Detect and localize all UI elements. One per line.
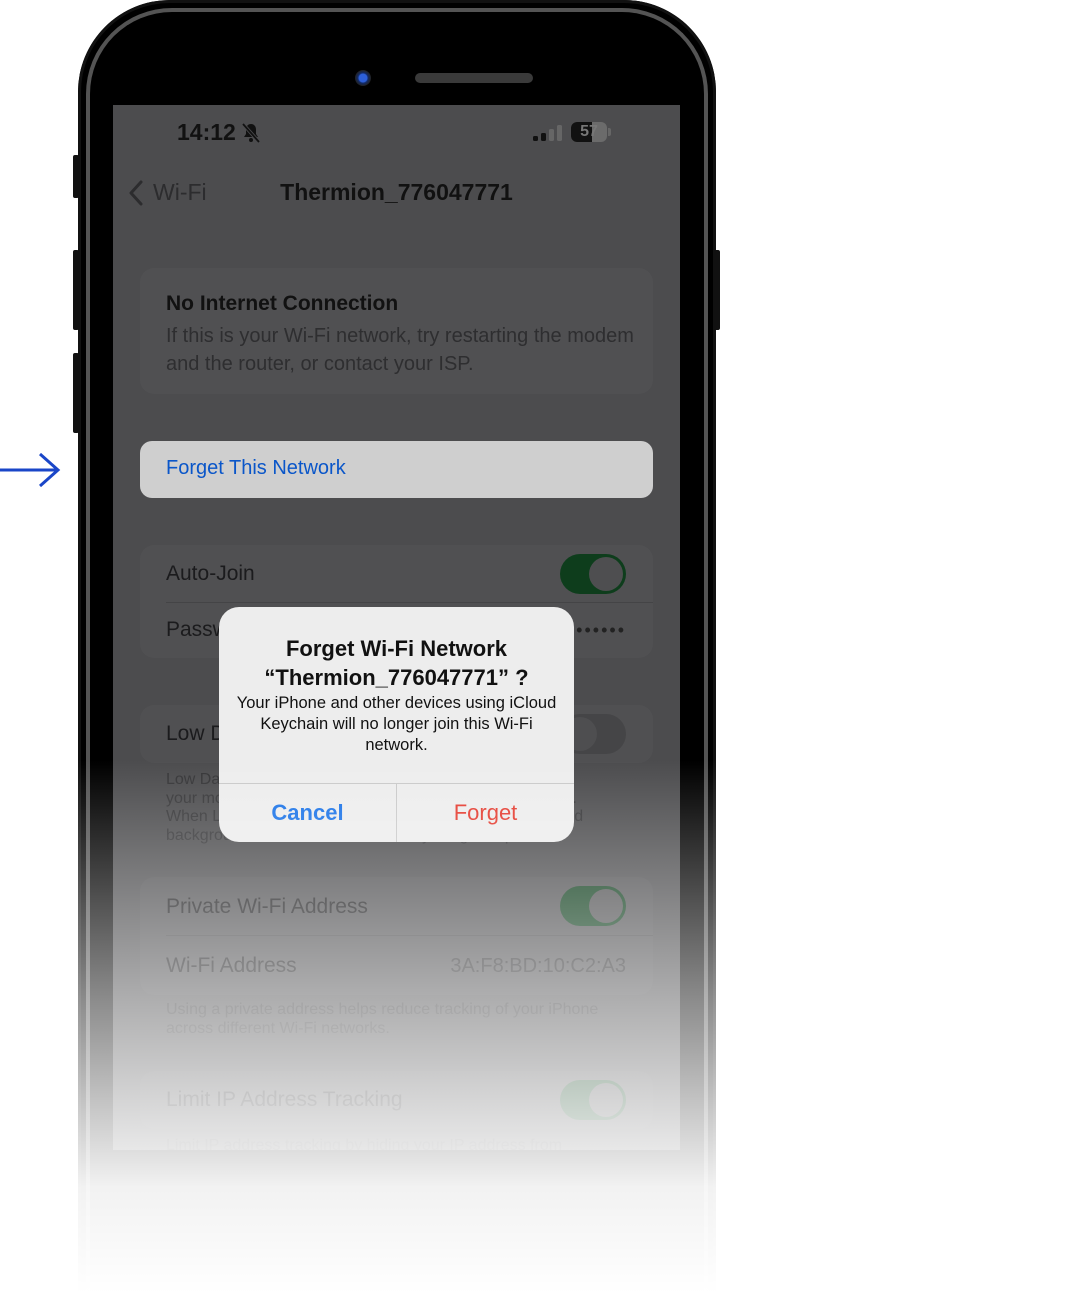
forget-button[interactable]: Forget (397, 784, 574, 842)
info-title: No Internet Connection (166, 292, 399, 315)
forget-network-alert: Forget Wi-Fi Network “Thermion_776047771… (219, 607, 574, 842)
bell-slash-icon (241, 122, 261, 144)
cellular-signal-icon (533, 125, 562, 141)
back-label: Wi-Fi (153, 179, 207, 205)
volume-up-button (73, 250, 79, 330)
battery-percent: 57 (580, 123, 598, 140)
auto-join-label: Auto-Join (166, 562, 255, 585)
front-camera-icon (355, 70, 371, 86)
alert-title-line1: Forget Wi-Fi Network (285, 636, 508, 661)
wifi-address-value: 3A:F8:BD:10:C2:A3 (450, 955, 626, 977)
status-time: 14:12 (177, 119, 236, 145)
limit-ip-toggle[interactable] (560, 1080, 626, 1120)
mute-switch (73, 155, 79, 198)
alert-title-line2: “Thermion_776047771” ? (264, 665, 529, 690)
wifi-address-label: Wi-Fi Address (166, 954, 297, 977)
private-address-label: Private Wi-Fi Address (166, 895, 368, 918)
auto-join-toggle[interactable] (560, 554, 626, 594)
chevron-left-icon (129, 180, 143, 205)
divider (166, 602, 653, 603)
limit-ip-label: Limit IP Address Tracking (166, 1088, 403, 1111)
alert-message: Your iPhone and other devices using iClo… (236, 694, 557, 754)
divider (166, 935, 653, 936)
back-button[interactable]: Wi-Fi (129, 179, 207, 206)
no-internet-card: No Internet Connection If this is your W… (140, 268, 653, 394)
private-address-toggle[interactable] (560, 886, 626, 926)
limit-ip-group: Limit IP Address Tracking (140, 1071, 653, 1129)
earpiece-speaker (415, 73, 533, 83)
info-body: If this is your Wi-Fi network, try resta… (166, 325, 634, 375)
forget-this-network-label: Forget This Network (166, 457, 346, 479)
power-button (714, 250, 720, 330)
alert-title: Forget Wi-Fi Network “Thermion_776047771… (219, 634, 574, 692)
private-address-footnote: Using a private address helps reduce tra… (166, 1001, 599, 1037)
cancel-button[interactable]: Cancel (219, 784, 396, 842)
volume-down-button (73, 353, 79, 433)
private-address-group: Private Wi-Fi Address Wi-Fi Address 3A:F… (140, 877, 653, 995)
battery-indicator: 57 (571, 122, 607, 142)
limit-ip-footnote: Limit IP address tracking by hiding your… (166, 1137, 563, 1150)
pointer-arrow-icon (0, 452, 61, 488)
forget-this-network-button[interactable]: Forget This Network (140, 441, 653, 498)
battery-tip (608, 128, 611, 136)
